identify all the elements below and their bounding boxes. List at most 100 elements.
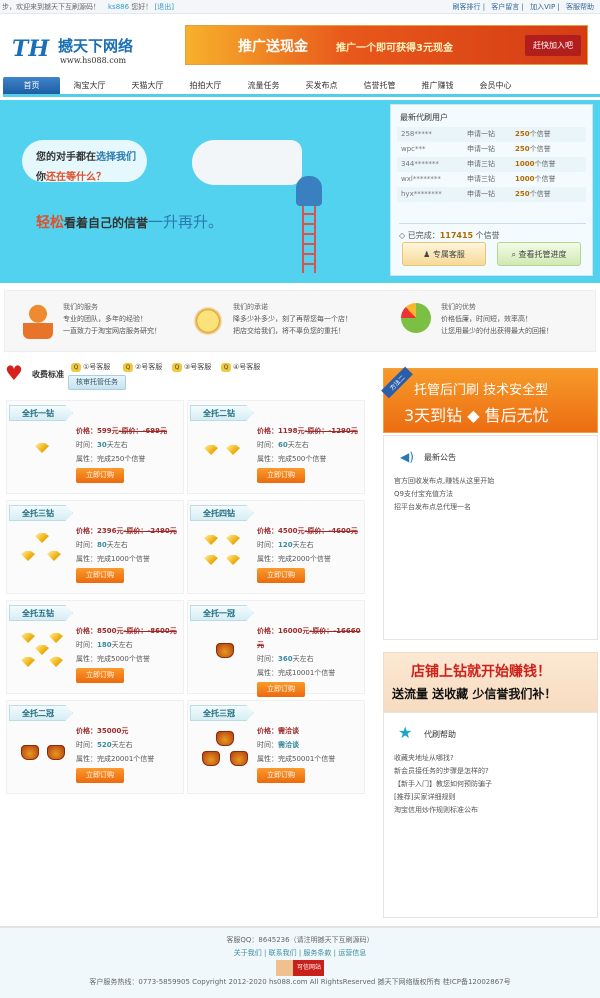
qq-icon: Q <box>172 362 182 372</box>
footer-links[interactable]: 关于我们 | 联系我们 | 服务条款 | 运营信息 <box>0 947 600 960</box>
attr-label: 属性： <box>76 455 97 463</box>
price-label: 价格： <box>257 427 278 435</box>
attr-value: 完成2000个信誉 <box>278 555 331 563</box>
greet-text: 您好！ <box>131 3 153 11</box>
nav-member[interactable]: 会员中心 <box>467 77 524 94</box>
airplane-illustration <box>192 140 302 185</box>
logout-link[interactable]: [退出] <box>155 3 174 11</box>
star-icon: ★ <box>398 723 413 742</box>
hero-text-highlight: 选择我们 <box>96 152 136 163</box>
nav-tmall[interactable]: 天猫大厅 <box>119 77 176 94</box>
message-link[interactable]: 客户留言 <box>491 3 519 11</box>
time-value: 120 <box>278 541 293 549</box>
user-row: wxl******** 申请三钻 1000个信誉 <box>397 172 586 187</box>
user-row: 344******* 申请三钻 1000个信誉 <box>397 157 586 172</box>
level-icons <box>198 731 253 781</box>
days-unit: 天左右 <box>106 441 128 449</box>
buy-now-button[interactable]: 立即订购 <box>76 468 124 483</box>
speaker-icon: ◀) <box>400 450 414 464</box>
card-title: 全托一冠 <box>190 605 254 621</box>
username[interactable]: ks886 <box>108 3 129 11</box>
logo[interactable]: TH 撼天下网络 www.hs088.com <box>12 32 152 72</box>
buy-now-button[interactable]: 立即订购 <box>257 568 305 583</box>
help-box: ★ 代刷帮助 收藏夹地址从哪找? 新会员接任务的步骤是怎样的? 【新手入门】教您如何… <box>383 712 598 918</box>
latest-users-panel: 最新代刷用户 258***** 申请一钻 250个信誉 wpc*** 申请一钻 250个信… <box>390 104 593 276</box>
attr-value: 完成250个信誉 <box>97 455 146 463</box>
nav-taobao[interactable]: 淘宝大厅 <box>61 77 118 94</box>
rank-link[interactable]: 刷客排行 <box>452 3 480 11</box>
user-request: 申请三钻 <box>467 160 495 168</box>
buy-now-button[interactable]: 立即订购 <box>76 568 124 583</box>
promo-ad-banner[interactable]: 推广送现金 推广一个即可获得3元现金 赶快加入吧 <box>185 25 588 65</box>
footer-qq: 客服QQ：8645236（请注明撼天下互刷源码） <box>226 936 374 944</box>
attr-label: 属性： <box>257 455 278 463</box>
help-item[interactable]: 新会员接任务的步骤是怎样的? <box>394 765 597 778</box>
original-price: -原价：-1290元 <box>304 427 358 435</box>
feature-line: 把店交给我们，将不辜负您的重托！ <box>233 327 345 335</box>
user-credit: 250个信誉 <box>515 145 551 153</box>
qq-icon: Q <box>71 362 81 372</box>
help-item[interactable]: 【新手入门】教您如何预防骗子 <box>394 778 597 791</box>
nav-promote[interactable]: 推广赚钱 <box>409 77 466 94</box>
promo1-line2: 3天到钻 ◆ 售后无忧 <box>404 406 549 425</box>
help-link[interactable]: 客服帮助 <box>566 3 594 11</box>
hero-text-highlight: 轻松 <box>36 215 64 231</box>
buy-now-button[interactable]: 立即订购 <box>76 768 124 783</box>
price-value: 2396元 <box>97 527 124 535</box>
qq-service-3[interactable]: Q ③号客服 <box>172 362 211 372</box>
level-icons <box>17 531 72 581</box>
nav-home[interactable]: 首页 <box>3 77 60 94</box>
nav-buy-points[interactable]: 买发布点 <box>293 77 350 94</box>
nav-traffic[interactable]: 流量任务 <box>235 77 292 94</box>
level-icons <box>17 431 72 481</box>
qq-service-1[interactable]: Q ①号客服 <box>71 362 110 372</box>
completed-unit: 个信誉 <box>473 231 500 240</box>
help-item[interactable]: [推荐]买家详细规则 <box>394 791 597 804</box>
price-value: 8500元 <box>97 627 124 635</box>
qq-service-4[interactable]: Q ④号客服 <box>221 362 260 372</box>
help-item[interactable]: 淘宝信用炒作规则标准公布 <box>394 804 597 817</box>
user-row: hyx******** 申请一钻 250个信誉 <box>397 187 586 202</box>
buy-now-button[interactable]: 立即订购 <box>257 768 305 783</box>
help-item[interactable]: 收藏夹地址从哪找? <box>394 752 597 765</box>
progress-label: 查看托管进度 <box>518 250 567 259</box>
earn-promo-banner[interactable]: 店铺上钻就开始赚钱！ 送流量 送收藏 少信誉我们补！ <box>383 652 598 712</box>
crown-icon <box>47 745 65 760</box>
buy-now-button[interactable]: 立即订购 <box>257 682 305 697</box>
panel-title: 最新代刷用户 <box>400 113 448 122</box>
time-label: 时间： <box>76 541 97 549</box>
exclusive-service-button[interactable]: ♟ 专属客服 <box>402 242 486 266</box>
trusted-site-badge[interactable]: 可信网站 <box>276 960 324 976</box>
qq-service-2[interactable]: Q ②号客服 <box>123 362 162 372</box>
buy-now-button[interactable]: 立即订购 <box>257 468 305 483</box>
completed-count: ◇ 已完成：117415 个信誉 <box>399 223 586 241</box>
card-title: 全托三冠 <box>190 705 254 721</box>
review-task-button[interactable]: 核审托管任务 <box>68 375 126 390</box>
user-credit: 250个信誉 <box>515 130 551 138</box>
notice-item[interactable]: Q9支付宝充值方法 <box>394 488 597 501</box>
check-progress-button[interactable]: ⌕ 查看托管进度 <box>497 242 581 266</box>
notice-item[interactable]: 官方回收发布点,赚钱从这里开始 <box>394 475 597 488</box>
crown-icon <box>202 751 220 766</box>
card-title: 全托二冠 <box>9 705 73 721</box>
join-button[interactable]: 赶快加入吧 <box>525 35 581 56</box>
card-title: 全托三钻 <box>9 505 73 521</box>
help-title: 代刷帮助 <box>424 730 456 739</box>
original-price: -原价：-8600元 <box>123 627 177 635</box>
attr-label: 属性： <box>76 755 97 763</box>
qq-icon: ♟ <box>423 250 431 259</box>
nav-trust[interactable]: 信誉托管 <box>351 77 408 94</box>
user-credit: 1000个信誉 <box>515 160 556 168</box>
trust-promo-banner[interactable]: 方法二 托管后门刷 技术安全型 3天到钻 ◆ 售后无忧 <box>381 366 598 433</box>
attr-value: 完成1000个信誉 <box>97 555 150 563</box>
pricing-card: 全托二冠 价格：35000元 时间：520天左右 属性：完成20001个信誉 立… <box>6 700 184 794</box>
attr-value: 完成10001个信誉 <box>278 669 336 677</box>
nav-paipai[interactable]: 拍拍大厅 <box>177 77 234 94</box>
notice-item[interactable]: 招平台发布点总代理一名 <box>394 501 597 514</box>
days-unit: 天左右 <box>287 441 309 449</box>
vip-link[interactable]: 加入VIP <box>530 3 555 11</box>
attr-label: 属性： <box>257 669 278 677</box>
time-value: 需洽谈 <box>278 741 299 749</box>
method-ribbon: 方法二 <box>381 366 413 399</box>
buy-now-button[interactable]: 立即订购 <box>76 668 124 683</box>
